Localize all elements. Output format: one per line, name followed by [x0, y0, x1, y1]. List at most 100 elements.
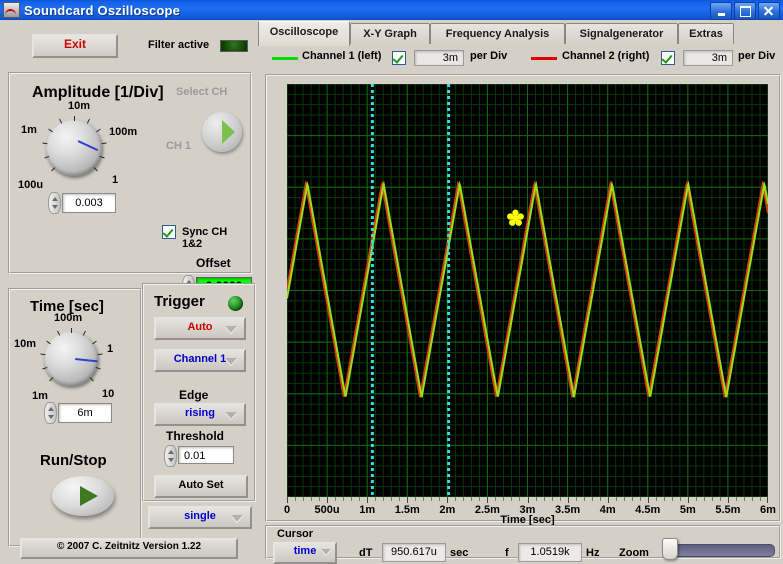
x-tick-minor — [471, 497, 472, 501]
time-value[interactable]: 6m — [58, 403, 112, 423]
x-tick-minor — [375, 497, 376, 501]
x-tick — [487, 497, 488, 503]
window-titlebar: Soundcard Oszilloscope — [0, 0, 783, 20]
zoom-label: Zoom — [619, 547, 649, 559]
trigger-panel: Trigger Auto Channel 1 Edge rising Thres… — [142, 283, 256, 502]
time-stepper[interactable] — [44, 402, 57, 424]
time-tick-1m: 1m — [32, 390, 48, 402]
amp-tick-10m: 10m — [68, 100, 90, 112]
x-tick-minor — [544, 497, 545, 501]
zoom-slider-track[interactable] — [665, 544, 775, 557]
cursor-marker[interactable] — [507, 210, 524, 226]
edge-label: Edge — [179, 388, 208, 402]
x-axis: 0500u1m1.5m2m2.5m3m3.5m4m4.5m5m5.5m6m — [287, 497, 768, 515]
x-tick — [287, 497, 288, 503]
oscilloscope-app: Soundcard Oszilloscope Exit Filter activ… — [0, 0, 783, 557]
close-icon[interactable] — [758, 2, 780, 20]
f-label: f — [505, 547, 509, 559]
x-tick-minor — [712, 497, 713, 501]
x-tick-minor — [503, 497, 504, 501]
run-stop-label: Run/Stop — [40, 452, 107, 469]
x-tick — [528, 497, 529, 503]
waveform-icon — [3, 2, 20, 18]
x-tick-minor — [295, 497, 296, 501]
select-ch-knob[interactable] — [202, 112, 242, 152]
time-tick-10: 10 — [102, 388, 114, 400]
amplitude-value[interactable]: 0.003 — [62, 193, 116, 213]
amplitude-panel: Amplitude [1/Div] 10m 1m 100m 100u 1 0.0… — [8, 72, 252, 274]
filter-active-led — [220, 40, 248, 52]
tab-oscilloscope[interactable]: Oscilloscope — [258, 21, 350, 46]
x-tick-minor — [463, 497, 464, 501]
tab-frequency-analysis[interactable]: Frequency Analysis — [430, 23, 565, 46]
x-tick-minor — [319, 497, 320, 501]
sync-checkbox[interactable] — [162, 225, 176, 239]
exit-button[interactable]: Exit — [32, 34, 118, 58]
run-stop-button[interactable] — [52, 476, 114, 516]
channel-2-color-swatch — [531, 57, 557, 60]
trigger-edge-select[interactable]: rising — [154, 403, 246, 426]
chevron-down-icon — [321, 549, 331, 555]
chevron-down-icon — [225, 326, 237, 333]
auto-set-button[interactable]: Auto Set — [154, 475, 248, 498]
x-tick-minor — [399, 497, 400, 501]
threshold-stepper[interactable] — [164, 445, 177, 467]
x-tick — [688, 497, 689, 503]
select-ch-value: CH 1 — [166, 140, 191, 152]
select-ch-label: Select CH — [176, 86, 227, 98]
time-tick-100m: 100m — [54, 312, 82, 324]
x-tick-minor — [752, 497, 753, 501]
x-tick-minor — [552, 497, 553, 501]
cursor-mode-select[interactable]: time — [273, 542, 337, 564]
filter-active-label: Filter active — [148, 39, 209, 51]
channel-1-per-div-value[interactable]: 3m — [414, 50, 464, 66]
threshold-value[interactable]: 0.01 — [178, 446, 234, 464]
trigger-mode-select[interactable]: Auto — [154, 317, 246, 340]
x-tick-minor — [335, 497, 336, 501]
channel-mode-select[interactable]: single — [148, 506, 252, 529]
x-tick-minor — [423, 497, 424, 501]
dt-value[interactable]: 950.617u — [382, 543, 446, 562]
amplitude-stepper[interactable] — [48, 192, 61, 214]
tab-x-y-graph[interactable]: X-Y Graph — [350, 23, 430, 46]
x-tick-minor — [511, 497, 512, 501]
x-tick-minor — [455, 497, 456, 501]
f-value[interactable]: 1.0519k — [518, 543, 582, 562]
trigger-source-select[interactable]: Channel 1 — [154, 349, 246, 372]
x-tick — [407, 497, 408, 503]
tab-extras[interactable]: Extras — [678, 23, 734, 46]
channel-1-label: Channel 1 (left) — [302, 50, 381, 66]
tab-signalgenerator[interactable]: Signalgenerator — [565, 23, 678, 46]
x-tick — [608, 497, 609, 503]
copyright-label: © 2007 C. Zeitnitz Version 1.22 — [20, 538, 238, 559]
channel-2-label: Channel 2 (right) — [562, 50, 649, 66]
offset-title: Offset — [196, 256, 231, 270]
channel-2-per-div-value[interactable]: 3m — [683, 50, 733, 66]
x-tick-minor — [624, 497, 625, 501]
time-tick-10m: 10m — [14, 338, 36, 350]
channel-2-per-div-label: per Div — [738, 50, 775, 66]
cursor-mode-value: time — [294, 545, 317, 557]
oscilloscope-plot[interactable] — [287, 84, 768, 497]
x-tick-minor — [616, 497, 617, 501]
chevron-down-icon — [225, 412, 237, 419]
trigger-mode-value: Auto — [187, 321, 212, 333]
channel-1-checkbox[interactable] — [392, 51, 406, 65]
x-tick-minor — [576, 497, 577, 501]
x-tick-minor — [592, 497, 593, 501]
trigger-led — [228, 296, 243, 311]
channel-1-color-swatch — [272, 57, 298, 60]
threshold-label: Threshold — [166, 429, 224, 443]
window-controls — [710, 2, 780, 20]
x-tick-minor — [584, 497, 585, 501]
x-tick-minor — [696, 497, 697, 501]
maximize-button[interactable] — [734, 2, 756, 20]
x-tick-minor — [600, 497, 601, 501]
x-tick-minor — [479, 497, 480, 501]
minimize-button[interactable] — [710, 2, 732, 20]
chevron-down-icon — [225, 358, 237, 365]
channel-2-checkbox[interactable] — [661, 51, 675, 65]
cursor-label: Cursor — [277, 528, 313, 540]
time-tick-1: 1 — [107, 343, 113, 355]
amp-tick-100m: 100m — [109, 126, 137, 138]
